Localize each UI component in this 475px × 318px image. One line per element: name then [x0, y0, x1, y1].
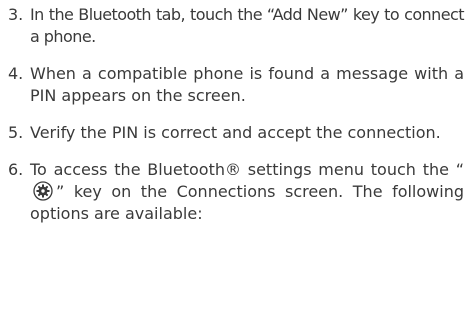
step-text: In the Bluetooth tab, touch the “Add New… [30, 5, 465, 46]
step-text: When a compatible phone is found a messa… [30, 64, 464, 105]
step-4: 4. When a compatible phone is found a me… [8, 63, 464, 107]
step-number: 3. [8, 5, 24, 24]
step-3: 3. In the Bluetooth tab, touch the “Add … [8, 4, 465, 48]
step-number: 5. [8, 123, 24, 142]
step-number: 6. [8, 160, 24, 179]
instruction-steps: 3. In the Bluetooth tab, touch the “Add … [8, 4, 465, 240]
step-text-after-icon: ” key on the Connections screen. The fol… [30, 182, 464, 223]
step-text: Verify the PIN is correct and accept the… [30, 123, 441, 142]
step-text: To access the Bluetooth® settings menu t… [30, 159, 464, 225]
step-text-before-icon: To access the Bluetooth® settings menu t… [30, 160, 464, 179]
gear-icon [33, 181, 53, 201]
step-5: 5. Verify the PIN is correct and accept … [8, 122, 464, 144]
step-number: 4. [8, 64, 24, 83]
step-6: 6. To access the Bluetooth® settings men… [8, 159, 464, 225]
